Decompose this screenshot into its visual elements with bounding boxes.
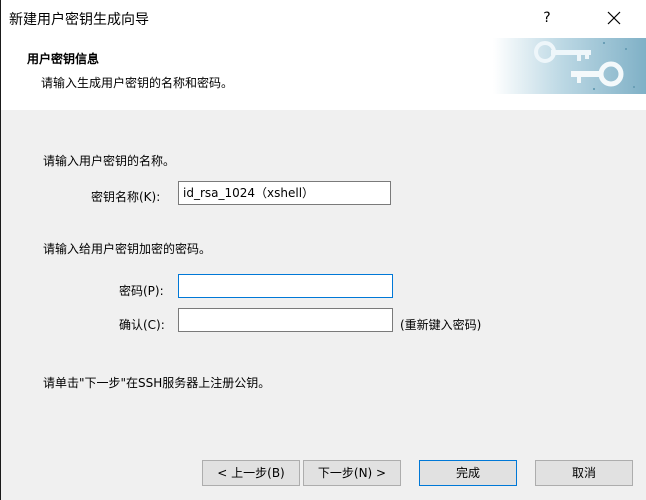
confirm-password-input[interactable]	[178, 308, 393, 332]
header-strip	[1, 95, 403, 110]
password-prompt: 请输入给用户密钥加密的密码。	[43, 242, 212, 256]
name-prompt: 请输入用户密钥的名称。	[43, 154, 176, 168]
help-button[interactable]: ?	[535, 6, 559, 30]
confirm-hint: (重新键入密码)	[400, 318, 482, 332]
title-bar: 新建用户密钥生成向导 ?	[1, 0, 646, 38]
header-subtitle: 请输入生成用户密钥的名称和密码。	[41, 76, 234, 90]
finish-button[interactable]: 完成	[419, 460, 517, 486]
confirm-label: 确认(C):	[119, 318, 165, 332]
window-title: 新建用户密钥生成向导	[9, 12, 149, 28]
key-name-input[interactable]: id_rsa_1024（xshell）	[178, 181, 391, 205]
password-label: 密码(P):	[119, 284, 164, 298]
close-button[interactable]	[601, 6, 627, 30]
wizard-window: 新建用户密钥生成向导 ? 用户密钥信息 请输入生成用户密钥的名称和密码。 请输入…	[0, 0, 646, 500]
header-title: 用户密钥信息	[27, 52, 100, 66]
key-name-label: 密钥名称(K):	[91, 190, 161, 204]
password-input[interactable]	[178, 274, 393, 298]
back-button[interactable]: < 上一步(B)	[202, 460, 300, 486]
close-icon	[607, 11, 621, 25]
cancel-button[interactable]: 取消	[535, 460, 633, 486]
keys-banner-icon	[493, 38, 646, 94]
footer-note: 请单击"下一步"在SSH服务器上注册公钥。	[43, 376, 271, 390]
next-button[interactable]: 下一步(N) >	[303, 460, 401, 486]
